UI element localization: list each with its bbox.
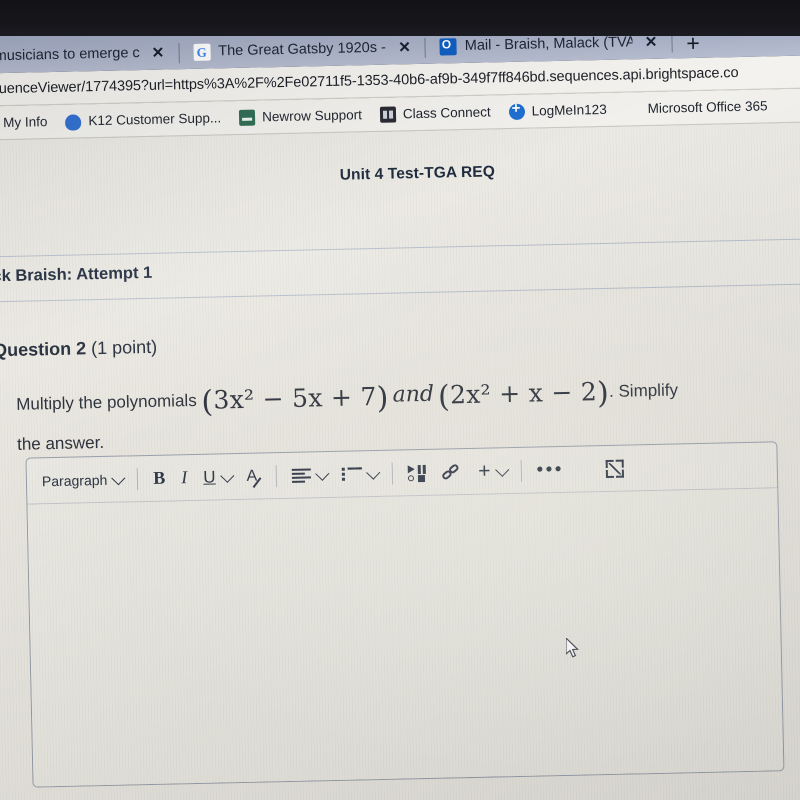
list-icon <box>342 466 363 481</box>
ellipsis-icon: ••• <box>536 458 565 481</box>
tab-title: Mail - Braish, Malack (TVAH Stud <box>464 34 633 54</box>
close-icon[interactable]: ✕ <box>394 39 415 56</box>
toolbar-divider <box>391 462 394 485</box>
chevron-down-icon <box>366 465 381 480</box>
chevron-down-icon <box>494 462 509 477</box>
close-icon[interactable]: ✕ <box>641 33 662 50</box>
microsoft-icon <box>785 97 800 113</box>
bookmark-my-info[interactable]: My Info <box>0 114 48 131</box>
bookmark-label: K12 Customer Supp... <box>88 110 222 129</box>
google-icon: G <box>193 43 211 61</box>
close-icon[interactable]: ✕ <box>148 44 169 61</box>
paren-open: ( <box>201 384 214 420</box>
italic-icon: I <box>181 467 188 488</box>
add-dropdown[interactable]: + <box>471 459 513 483</box>
bookmark-logmein123[interactable]: LogMeIn123 <box>508 101 607 120</box>
browser-window: musicians to emerge c ✕ G The Great Gats… <box>0 10 800 800</box>
tab-divider <box>178 43 180 64</box>
microsoft-icon <box>624 100 641 117</box>
paren-close: ) <box>596 375 610 412</box>
underline-dropdown[interactable]: U <box>196 463 238 492</box>
bookmark-label: Newrow Support <box>261 107 363 125</box>
expression-terms: 3x² − 5x + 7 <box>213 381 377 415</box>
bookmark-microsoft-extra[interactable] <box>785 97 800 113</box>
plus-circle-icon <box>508 103 525 120</box>
tab-title: The Great Gatsby 1920s - Google <box>218 39 387 60</box>
chevron-down-icon <box>315 466 330 481</box>
chevron-down-icon <box>219 468 235 483</box>
attempt-label: alack Braish: Attempt 1 <box>0 263 153 286</box>
toolbar-divider <box>520 459 522 482</box>
plus-icon: + <box>477 459 491 483</box>
answer-text-area[interactable] <box>27 488 784 788</box>
bookmark-k12-customer-support[interactable]: K12 Customer Supp... <box>65 109 222 131</box>
mouse-cursor <box>565 636 582 660</box>
insert-link-button[interactable] <box>435 459 470 484</box>
align-dropdown[interactable] <box>285 463 333 486</box>
answer-html-editor[interactable]: Paragraph B I U A + ••• <box>25 441 785 788</box>
bookmark-class-connect[interactable]: Class Connect <box>379 104 491 123</box>
bold-icon: B <box>153 467 166 488</box>
browser-tab-1[interactable]: musicians to emerge c ✕ <box>0 35 177 73</box>
video-icon <box>379 105 397 123</box>
bookmark-newrow-support[interactable]: Newrow Support <box>238 107 363 126</box>
bookmark-label: Microsoft Office 365 <box>647 98 768 117</box>
toolbar-divider <box>137 467 139 490</box>
prompt-prefix: Multiply the polynomials <box>16 390 197 414</box>
conjunction: and <box>392 381 435 408</box>
insert-stuff-icon <box>408 464 426 482</box>
bookmark-label: LogMeIn123 <box>531 101 607 119</box>
bookmark-label: Class Connect <box>402 104 491 122</box>
italic-button[interactable]: I <box>174 463 195 492</box>
outlook-icon <box>439 37 457 56</box>
fullscreen-icon <box>605 459 625 478</box>
tab-divider <box>424 37 427 58</box>
align-icon <box>292 467 312 483</box>
bookmark-microsoft-office-365[interactable]: Microsoft Office 365 <box>624 98 768 117</box>
question-heading: Question 2 (1 point) <box>0 321 800 361</box>
underline-icon: U <box>203 467 216 487</box>
paragraph-style-dropdown[interactable]: Paragraph <box>35 467 130 493</box>
more-options-button[interactable]: ••• <box>529 458 571 481</box>
toolbar-divider <box>276 464 278 487</box>
tab-title: musicians to emerge c <box>0 45 140 65</box>
quiz-page: Unit 4 Test-TGA REQ alack Braish: Attemp… <box>0 121 800 800</box>
prompt-suffix: . Simplify <box>608 380 679 401</box>
monitor-bezel <box>0 0 800 36</box>
question-points: (1 point) <box>90 336 158 359</box>
insert-stuff-button[interactable] <box>401 460 434 485</box>
polynomial-expression-one: (3x² − 5x + 7) <box>201 381 389 420</box>
list-dropdown[interactable] <box>335 462 384 485</box>
attempt-bar: alack Braish: Attempt 1 <box>0 237 800 303</box>
paragraph-style-label: Paragraph <box>41 471 108 489</box>
fullscreen-button[interactable] <box>599 455 632 482</box>
link-icon <box>441 462 462 481</box>
question-number: Question 2 <box>0 338 87 361</box>
bold-button[interactable]: B <box>146 463 173 493</box>
chevron-down-icon <box>111 470 126 485</box>
monitor-icon <box>238 109 256 126</box>
bookmark-label: My Info <box>2 114 48 131</box>
polynomial-expression-two: (2x² + x − 2) <box>438 375 610 415</box>
question-block: Question 2 (1 point) Multiply the polyno… <box>0 321 800 458</box>
speech-bubble-icon <box>65 113 82 131</box>
clear-formatting-button[interactable]: A <box>239 463 268 490</box>
paren-open: ( <box>437 379 451 415</box>
clear-formatting-icon: A <box>246 467 261 485</box>
expression-terms: 2x² + x − 2 <box>449 377 598 410</box>
screenshot-root: musicians to emerge c ✕ G The Great Gats… <box>0 0 800 800</box>
